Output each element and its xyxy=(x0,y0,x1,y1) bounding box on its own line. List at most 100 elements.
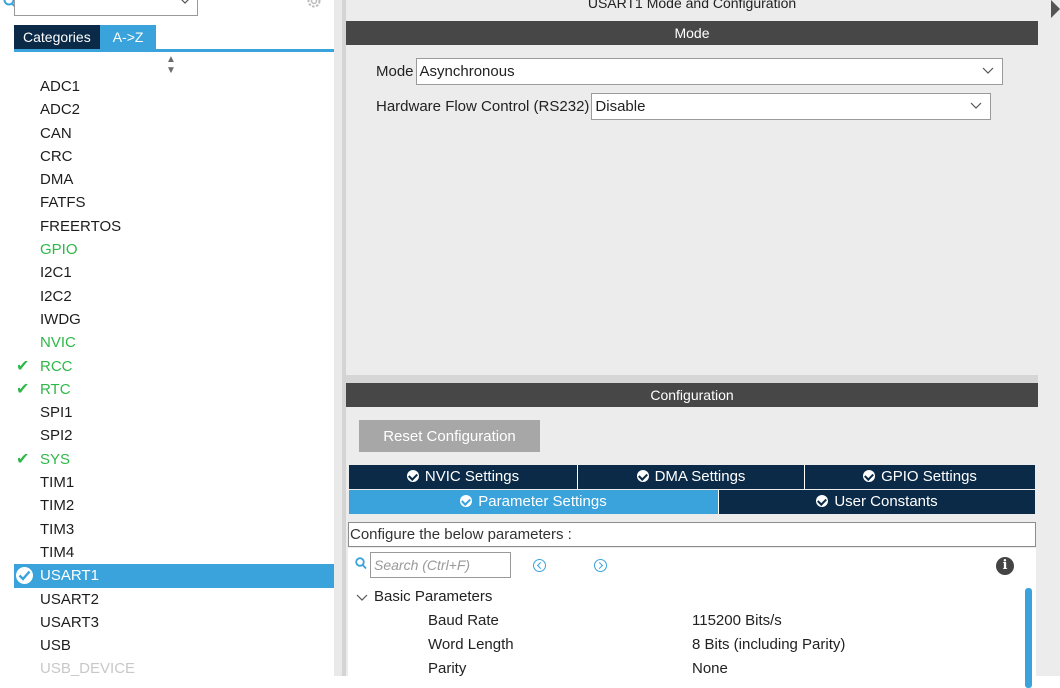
peripheral-item-can[interactable]: CAN xyxy=(14,122,334,145)
check-circle-icon xyxy=(636,470,649,482)
peripheral-item-adc1[interactable]: ADC1 xyxy=(14,75,334,98)
peripheral-item-crc[interactable]: CRC xyxy=(14,145,334,168)
basic-parameters-group[interactable]: Basic Parameters xyxy=(356,588,492,605)
peripheral-label: IWDG xyxy=(40,310,81,328)
peripheral-item-gpio[interactable]: GPIO xyxy=(14,238,334,261)
peripheral-item-i2c2[interactable]: I2C2 xyxy=(14,285,334,308)
peripheral-label: SYS xyxy=(40,450,71,468)
check-circle-icon xyxy=(863,470,876,482)
peripheral-item-rtc[interactable]: ✔ RTC xyxy=(14,378,334,401)
peripheral-label: I2C2 xyxy=(40,287,72,305)
previous-match-icon[interactable] xyxy=(533,559,546,572)
peripheral-item-usart3[interactable]: USART3 xyxy=(14,611,334,634)
peripheral-item-usart1[interactable]: USART1 xyxy=(14,564,334,588)
chevron-down-icon xyxy=(982,67,993,74)
collapse-arrow-icon[interactable] xyxy=(1051,0,1060,18)
peripheral-label: USART1 xyxy=(40,567,99,585)
peripheral-item-dma[interactable]: DMA xyxy=(14,168,334,191)
view-tabs: Categories A->Z xyxy=(14,25,157,49)
checkmark-icon: ✔ xyxy=(16,450,30,468)
param-value: 8 Bits (including Parity) xyxy=(692,636,846,653)
peripheral-item-spi1[interactable]: SPI1 xyxy=(14,401,334,424)
param-row-parity[interactable]: Parity None xyxy=(428,660,968,677)
vertical-scrollbar[interactable] xyxy=(1025,588,1032,688)
peripheral-item-adc2[interactable]: ADC2 xyxy=(14,98,334,121)
tab-underline xyxy=(14,49,334,52)
reset-configuration-button[interactable]: Reset Configuration xyxy=(359,420,540,452)
peripheral-panel: Categories A->Z ▲ ▼ ADC1 ADC2 CAN CRC DMA FATF… xyxy=(0,0,334,676)
tab-categories[interactable]: Categories xyxy=(14,25,100,49)
param-row-baud-rate[interactable]: Baud Rate 115200 Bits/s xyxy=(428,612,968,629)
peripheral-item-tim1[interactable]: TIM1 xyxy=(14,471,334,494)
peripheral-label: RTC xyxy=(40,380,71,398)
peripheral-search-row xyxy=(0,0,334,20)
configuration-section: Reset Configuration NVIC Settings DMA Se… xyxy=(346,407,1038,688)
param-row-word-length[interactable]: Word Length 8 Bits (including Parity) xyxy=(428,636,968,653)
peripheral-label: USART3 xyxy=(40,613,99,631)
tab-user-constants[interactable]: User Constants xyxy=(719,490,1035,514)
peripheral-label: TIM4 xyxy=(40,543,75,561)
tab-a-to-z[interactable]: A->Z xyxy=(99,25,157,49)
peripheral-item-usb[interactable]: USB xyxy=(14,634,334,657)
peripheral-item-freertos[interactable]: FREERTOS xyxy=(14,215,334,238)
flow-control-row: Hardware Flow Control (RS232) Disable xyxy=(376,92,992,120)
next-match-icon[interactable] xyxy=(594,559,607,572)
peripheral-label: RCC xyxy=(40,357,73,375)
peripheral-item-tim2[interactable]: TIM2 xyxy=(14,494,334,517)
mode-select[interactable]: Asynchronous xyxy=(415,57,1003,85)
parameter-search-input[interactable]: Search (Ctrl+F) xyxy=(370,552,511,578)
peripheral-item-fatfs[interactable]: FATFS xyxy=(14,191,334,214)
chevron-down-icon xyxy=(970,102,982,109)
mode-row: Mode Asynchronous xyxy=(376,57,1003,85)
check-circle-icon xyxy=(816,495,829,507)
peripheral-label: USB_DEVICE xyxy=(40,660,136,676)
checkmark-icon: ✔ xyxy=(16,357,30,375)
tab-label: NVIC Settings xyxy=(424,468,520,485)
peripheral-label: GPIO xyxy=(40,241,78,259)
peripheral-label: USB xyxy=(40,637,71,655)
tab-label: GPIO Settings xyxy=(881,468,977,485)
peripheral-label: SPI2 xyxy=(40,427,73,445)
check-circle-icon xyxy=(460,495,473,507)
peripheral-item-usb-device[interactable]: USB_DEVICE xyxy=(14,657,334,676)
chevron-down-icon[interactable] xyxy=(179,0,191,4)
peripheral-label: CAN xyxy=(40,124,72,142)
chevron-down-icon[interactable] xyxy=(356,594,368,601)
check-circle-icon xyxy=(406,470,419,482)
peripheral-item-usart2[interactable]: USART2 xyxy=(14,588,334,611)
gear-icon[interactable] xyxy=(305,0,323,10)
param-value: None xyxy=(692,660,728,677)
check-circle-icon xyxy=(16,567,33,585)
peripheral-item-spi2[interactable]: SPI2 xyxy=(14,424,334,447)
search-icon[interactable] xyxy=(355,557,367,571)
mode-select-value: Asynchronous xyxy=(419,62,515,80)
peripheral-item-tim3[interactable]: TIM3 xyxy=(14,518,334,541)
peripheral-item-tim4[interactable]: TIM4 xyxy=(14,541,334,564)
peripheral-label: DMA xyxy=(40,171,74,189)
tab-label: DMA Settings xyxy=(654,468,746,485)
peripheral-item-nvic[interactable]: NVIC xyxy=(14,331,334,354)
peripheral-label: SPI1 xyxy=(40,404,73,422)
settings-tabs-row1: NVIC Settings DMA Settings GPIO Settings xyxy=(349,465,1035,489)
peripheral-item-sys[interactable]: ✔ SYS xyxy=(14,448,334,471)
info-icon[interactable]: i xyxy=(996,557,1014,575)
tab-parameter-settings[interactable]: Parameter Settings xyxy=(349,490,719,514)
sort-icon[interactable]: ▲ ▼ xyxy=(166,54,176,76)
section-splitter[interactable] xyxy=(346,375,1038,383)
mode-label: Mode xyxy=(376,62,414,80)
peripheral-item-i2c1[interactable]: I2C1 xyxy=(14,261,334,284)
tab-nvic-settings[interactable]: NVIC Settings xyxy=(349,465,578,489)
tab-label: User Constants xyxy=(834,493,938,510)
configuration-section-header: Configuration xyxy=(346,383,1038,407)
peripheral-label: CRC xyxy=(40,147,73,165)
peripheral-item-rcc[interactable]: ✔ RCC xyxy=(14,355,334,378)
tab-dma-settings[interactable]: DMA Settings xyxy=(578,465,805,489)
parameter-tree: Search (Ctrl+F) i Basic Parameters Baud … xyxy=(348,548,1036,688)
peripheral-search-input[interactable] xyxy=(14,0,198,16)
tab-gpio-settings[interactable]: GPIO Settings xyxy=(805,465,1035,489)
peripheral-item-iwdg[interactable]: IWDG xyxy=(14,308,334,331)
mode-section-header: Mode xyxy=(346,21,1038,45)
flow-control-select[interactable]: Disable xyxy=(591,92,992,120)
peripheral-label: ADC1 xyxy=(40,78,81,95)
param-value: 115200 Bits/s xyxy=(692,612,782,629)
